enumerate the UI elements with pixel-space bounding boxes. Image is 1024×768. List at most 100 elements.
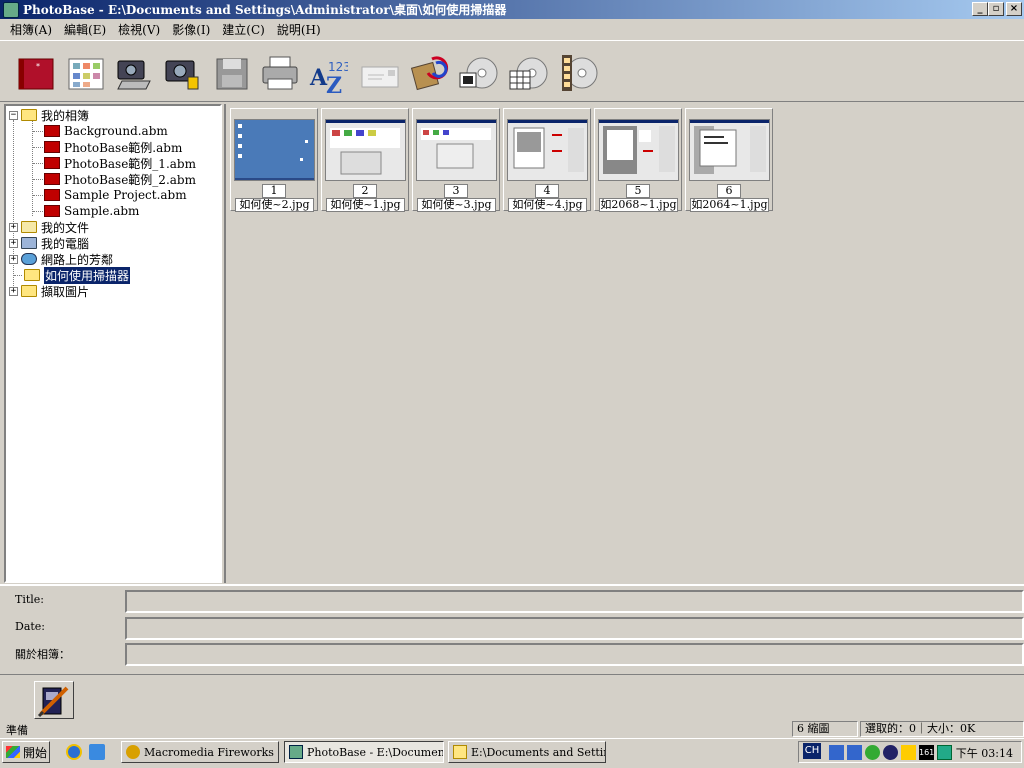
expand-icon[interactable]: + <box>9 238 18 248</box>
photobase-task-icon <box>289 745 303 759</box>
album-book-icon <box>44 173 60 185</box>
menu-help[interactable]: 說明(H) <box>271 21 327 38</box>
tree-item-network[interactable]: + 網路上的芳鄰 <box>9 251 113 267</box>
thumbnail[interactable]: 5 如2068~1.jpg <box>594 108 682 212</box>
print-icon[interactable] <box>260 49 300 95</box>
fireworks-icon <box>126 745 140 759</box>
cd-calendar-icon[interactable] <box>508 49 548 95</box>
show-desktop-icon[interactable] <box>89 744 105 760</box>
network-tray-icon-2[interactable] <box>847 745 862 760</box>
album-book-icon <box>44 141 60 153</box>
task-photobase[interactable]: PhotoBase - E:\Document... <box>284 741 444 763</box>
photo-edit-icon[interactable] <box>410 49 450 95</box>
tree-item-album[interactable]: PhotoBase範例_2.abm <box>44 171 196 187</box>
window-title: PhotoBase - E:\Documents and Settings\Ad… <box>23 3 507 17</box>
ime-indicator[interactable]: CH <box>803 743 821 759</box>
system-tray: CH 161 下午 03:14 <box>798 741 1022 763</box>
network-tray-icon[interactable] <box>829 745 844 760</box>
tree-label: 我的文件 <box>41 220 90 235</box>
tree-item-album[interactable]: Sample Project.abm <box>44 187 187 203</box>
edit-info-button[interactable] <box>34 681 74 719</box>
internet-explorer-icon[interactable] <box>66 744 82 760</box>
thumbnail[interactable]: 4 如何使~4.jpg <box>503 108 591 212</box>
menu-image[interactable]: 影像(I) <box>166 21 216 38</box>
close-button[interactable]: × <box>1006 2 1022 16</box>
thumbnail[interactable]: 3 如何使~3.jpg <box>412 108 500 212</box>
camera-icon[interactable] <box>162 49 202 95</box>
album-book-icon <box>44 205 60 217</box>
expand-icon[interactable]: + <box>9 286 18 296</box>
photobase-app-icon[interactable] <box>3 1 19 18</box>
pencil-tray-icon[interactable] <box>901 745 916 760</box>
album-icon[interactable]: * <box>16 49 56 95</box>
restore-button[interactable]: ▫ <box>988 2 1004 16</box>
cd-slideshow-icon[interactable] <box>458 49 498 95</box>
album-book-icon <box>44 157 60 169</box>
tree-label: 我的電腦 <box>41 236 90 251</box>
battery-tray-icon[interactable]: 161 <box>919 745 934 760</box>
clock[interactable]: 下午 03:14 <box>956 745 1013 761</box>
thumbnail-image <box>416 119 497 181</box>
thumbnail-image <box>689 119 770 181</box>
task-fireworks[interactable]: Macromedia Fireworks M... <box>121 741 279 763</box>
menu-album[interactable]: 相簿(A) <box>4 21 58 38</box>
start-button[interactable]: 開始 <box>2 741 50 763</box>
menu-view[interactable]: 檢視(V) <box>112 21 166 38</box>
email-icon[interactable] <box>360 49 400 95</box>
thumbnail-number: 2 <box>353 184 377 198</box>
tree-item-my-documents[interactable]: + 我的文件 <box>9 219 89 235</box>
thumbnail-filename: 如2064~1.jpg <box>690 198 769 212</box>
menu-create[interactable]: 建立(C) <box>216 21 271 38</box>
date-field[interactable] <box>125 617 1024 640</box>
start-label: 開始 <box>23 745 48 760</box>
status-ready: 準備 <box>6 724 28 737</box>
thumbnail-number: 4 <box>535 184 559 198</box>
folder-icon <box>24 269 40 281</box>
svg-text:123: 123 <box>328 60 348 74</box>
tree-item-album[interactable]: Sample.abm <box>44 203 139 219</box>
thumbnail[interactable]: 1 如何使~2.jpg <box>230 108 318 212</box>
album-info-panel: Title: Date: 關於相簿： <box>0 584 1024 674</box>
title-bar: PhotoBase - E:\Documents and Settings\Ad… <box>0 0 1024 19</box>
thumbnail-number: 5 <box>626 184 650 198</box>
media-tray-icon[interactable] <box>883 745 898 760</box>
minimize-button[interactable]: _ <box>972 2 988 16</box>
album-book-icon <box>44 125 60 137</box>
folder-tree[interactable]: − 我的相簿 Background.abm PhotoBase範例.abm Ph… <box>4 104 222 583</box>
about-field[interactable] <box>125 643 1024 666</box>
tree-item-my-albums[interactable]: − 我的相簿 <box>9 107 89 123</box>
save-icon[interactable] <box>212 49 252 95</box>
tree-item-album[interactable]: Background.abm <box>44 123 168 139</box>
tree-item-my-computer[interactable]: + 我的電腦 <box>9 235 89 251</box>
folder-icon <box>21 285 37 297</box>
task-explorer[interactable]: E:\Documents and Setting... <box>448 741 606 763</box>
monitor-tray-icon[interactable] <box>937 745 952 760</box>
windows-flag-icon <box>6 746 20 758</box>
collapse-icon[interactable]: − <box>9 110 18 120</box>
expand-icon[interactable]: + <box>9 254 18 264</box>
thumbnail[interactable]: 6 如2064~1.jpg <box>685 108 773 212</box>
security-tray-icon[interactable] <box>865 745 880 760</box>
thumbnail-filename: 如2068~1.jpg <box>599 198 678 212</box>
thumbnail-filename: 如何使~1.jpg <box>326 198 405 212</box>
bottom-tool-panel <box>0 674 1024 720</box>
thumbnail[interactable]: 2 如何使~1.jpg <box>321 108 409 212</box>
scanner-icon[interactable] <box>114 49 154 95</box>
thumbnail-image <box>325 119 406 181</box>
tree-item-scanner-folder[interactable]: 如何使用掃描器 <box>24 266 131 284</box>
network-globe-icon <box>21 253 37 265</box>
thumbnail-view[interactable]: 1 如何使~2.jpg 2 如何使~1.jpg 3 如何使~3.jpg 4 如何… <box>224 104 1024 583</box>
thumbnail-filename: 如何使~3.jpg <box>417 198 496 212</box>
sort-az-icon[interactable]: A Z 123 <box>308 49 351 99</box>
expand-icon[interactable]: + <box>9 222 18 232</box>
tree-item-album[interactable]: PhotoBase範例.abm <box>44 139 182 155</box>
tree-item-album[interactable]: PhotoBase範例_1.abm <box>44 155 196 171</box>
video-cd-icon[interactable] <box>558 49 598 95</box>
tree-label: PhotoBase範例.abm <box>64 140 183 155</box>
status-bar: 準備 6 縮圖 選取的：0｜大小：0K <box>0 721 1024 737</box>
menu-edit[interactable]: 編輯(E) <box>58 21 112 38</box>
tree-item-capture[interactable]: + 擷取圖片 <box>9 283 89 299</box>
thumbnail-grid-icon[interactable] <box>66 49 106 95</box>
title-field[interactable] <box>125 590 1024 613</box>
thumbnail-number: 6 <box>717 184 741 198</box>
